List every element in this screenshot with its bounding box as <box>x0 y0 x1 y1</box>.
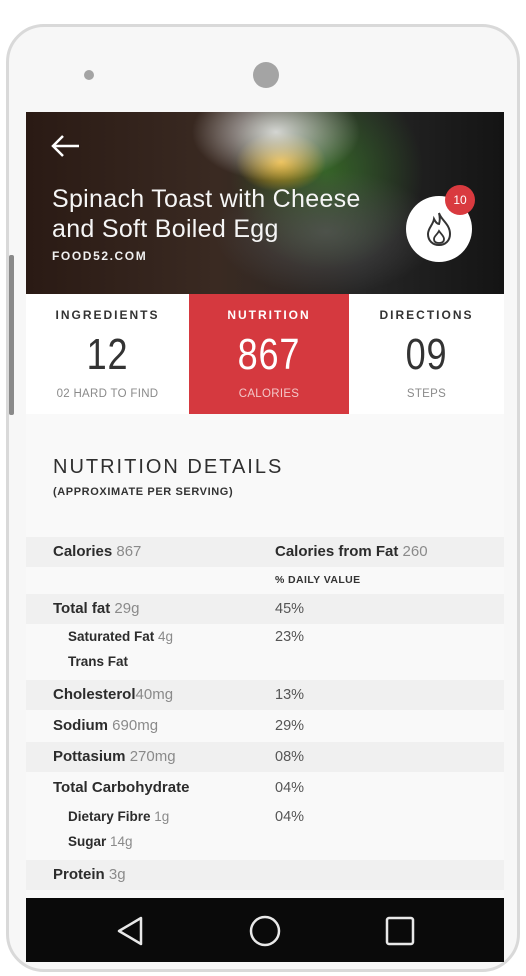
front-camera <box>253 62 279 88</box>
table-row: Cholesterol40mg 13% <box>26 680 504 710</box>
nutrient-label: Cholesterol <box>53 686 136 703</box>
nutrient-pct: 04% <box>275 780 305 796</box>
recipe-title-line-2: and Soft Boiled Egg <box>52 215 279 243</box>
calories-label: Calories <box>53 543 113 560</box>
nutrient-amount: 40mg <box>135 686 174 703</box>
nav-recents-icon[interactable] <box>383 914 417 948</box>
recipe-title: Spinach Toast with Cheese and Soft Boile… <box>52 184 412 244</box>
tab-sub: CALORIES <box>238 388 300 400</box>
tab-directions[interactable]: DIRECTIONS 09 STEPS <box>349 294 504 414</box>
recipe-title-line-1: Spinach Toast with Cheese <box>52 185 361 213</box>
nav-home-icon[interactable] <box>248 914 282 948</box>
tab-label: DIRECTIONS <box>379 308 474 322</box>
back-arrow-icon[interactable] <box>50 134 82 158</box>
table-row: Sodium 690mg 29% <box>26 711 504 741</box>
daily-value-row: % DAILY VALUE <box>26 567 504 591</box>
nutrient-pct: 04% <box>275 809 305 825</box>
table-row: Protein 3g <box>26 860 504 890</box>
nutrient-label: Total fat <box>53 600 111 617</box>
section-heading: NUTRITION DETAILS <box>53 456 284 478</box>
nutrient-amount: 4g <box>158 629 174 644</box>
recipe-source: FOOD52.COM <box>52 249 148 263</box>
recipe-hero: Spinach Toast with Cheese and Soft Boile… <box>26 112 504 294</box>
nutrient-pct: 29% <box>275 718 305 734</box>
calories-fat-label: Calories from Fat <box>275 543 399 560</box>
nutrient-pct: 13% <box>275 687 305 703</box>
table-row: Sugar 14g <box>26 830 504 854</box>
tab-value: 09 <box>405 330 448 379</box>
sensor-dot <box>84 70 94 80</box>
nav-back-icon[interactable] <box>114 914 148 948</box>
calories-fat-value: 260 <box>402 543 428 560</box>
recipe-tabs: INGREDIENTS 12 02 HARD TO FIND NUTRITION… <box>26 294 504 414</box>
tab-sub: STEPS <box>406 388 447 400</box>
calories-row: Calories 867 Calories from Fat 260 <box>26 537 504 567</box>
table-row: Dietary Fibre 1g 04% <box>26 804 504 830</box>
table-row: Saturated Fat 4g 23% <box>26 624 504 650</box>
nutrition-details: NUTRITION DETAILS (APPROXIMATE PER SERVI… <box>26 414 504 898</box>
table-row: Trans Fat <box>26 650 504 674</box>
tab-sub: 02 HARD TO FIND <box>56 388 159 400</box>
tab-ingredients[interactable]: INGREDIENTS 12 02 HARD TO FIND <box>26 294 189 414</box>
section-subheading: (APPROXIMATE PER SERVING) <box>53 486 234 498</box>
tab-label: NUTRITION <box>227 308 311 322</box>
notification-badge: 10 <box>445 185 475 215</box>
calories-value: 867 <box>116 543 142 560</box>
nutrient-amount: 270mg <box>129 748 176 765</box>
nutrient-label: Dietary Fibre <box>68 809 151 824</box>
nutrient-pct: 45% <box>275 601 305 617</box>
nutrient-label: Trans Fat <box>68 654 129 669</box>
tab-label: INGREDIENTS <box>55 308 160 322</box>
table-row: Pottasium 270mg 08% <box>26 742 504 772</box>
tab-nutrition[interactable]: NUTRITION 867 CALORIES <box>189 294 349 414</box>
nutrient-label: Sugar <box>68 834 107 849</box>
nutrient-label: Pottasium <box>53 748 126 765</box>
table-row: Total Carbohydrate 04% <box>26 773 504 803</box>
tab-value: 867 <box>237 330 301 379</box>
nutrient-pct: 23% <box>275 629 305 645</box>
nutrient-amount: 690mg <box>112 717 159 734</box>
nutrient-pct: 08% <box>275 749 305 765</box>
daily-value-label: % DAILY VALUE <box>275 574 361 586</box>
nutrient-label: Total Carbohydrate <box>53 779 190 796</box>
flame-icon <box>426 212 452 247</box>
android-navbar <box>26 898 504 962</box>
nutrient-amount: 3g <box>108 866 126 883</box>
screen: Spinach Toast with Cheese and Soft Boile… <box>26 112 504 962</box>
side-button <box>9 255 14 415</box>
nutrient-amount: 29g <box>114 600 140 617</box>
nutrient-label: Saturated Fat <box>68 629 155 644</box>
nutrient-amount: 1g <box>154 809 170 824</box>
table-row: Total fat 29g 45% <box>26 594 504 624</box>
nutrient-amount: 14g <box>110 834 133 849</box>
nutrient-label: Protein <box>53 866 105 883</box>
nutrient-label: Sodium <box>53 717 108 734</box>
tab-value: 12 <box>86 330 129 379</box>
